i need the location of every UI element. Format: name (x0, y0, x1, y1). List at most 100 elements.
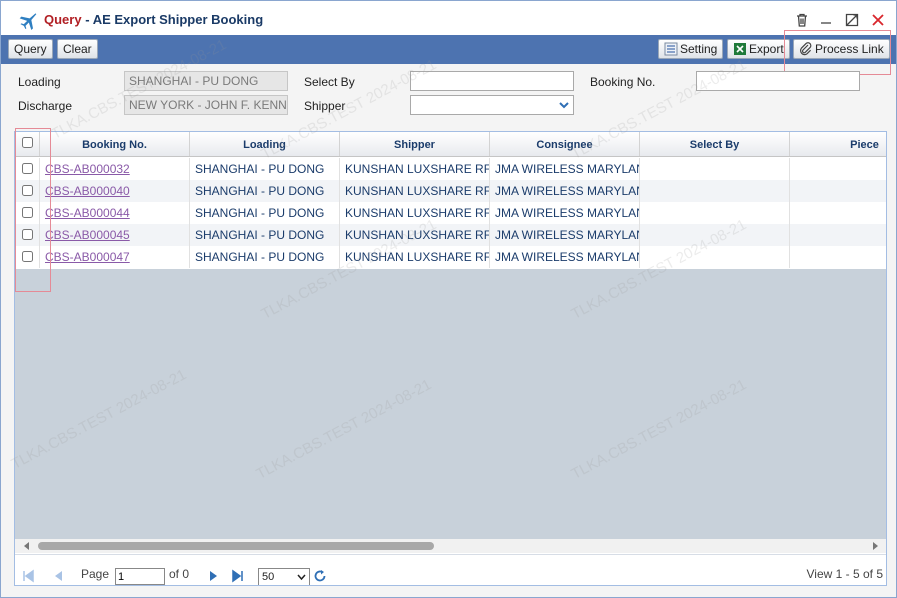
toolbar: Query Clear Setting Export Process Link (1, 35, 896, 64)
row-checkbox[interactable] (22, 251, 33, 262)
next-page-icon[interactable] (207, 569, 221, 583)
select-by-cell (640, 202, 790, 224)
trash-icon[interactable] (794, 12, 810, 28)
discharge-label: Discharge (18, 99, 73, 113)
first-page-icon[interactable] (21, 569, 35, 583)
process-link-button[interactable]: Process Link (793, 39, 890, 59)
select-by-input[interactable] (410, 71, 574, 91)
page-label: Page (81, 567, 110, 581)
piece-cell (790, 202, 886, 224)
discharge-field: NEW YORK - JOHN F. KENNEDY (124, 95, 288, 115)
page-of-label: of 0 (169, 567, 190, 581)
maximize-icon[interactable] (844, 12, 860, 28)
row-select-cell (15, 246, 40, 268)
setting-button[interactable]: Setting (658, 39, 724, 59)
loading-cell: SHANGHAI - PU DONG (190, 224, 340, 246)
shipper-cell: KUNSHAN LUXSHARE RF (340, 180, 490, 202)
booking-no-cell: CBS-AB000045 (40, 224, 190, 246)
header-consignee[interactable]: Consignee (490, 132, 640, 156)
booking-window: Query - AE Export Shipper Booking Query … (0, 0, 897, 598)
consignee-cell: JMA WIRELESS MARYLAND (490, 224, 640, 246)
row-checkbox[interactable] (22, 185, 33, 196)
row-checkbox[interactable] (22, 163, 33, 174)
last-page-icon[interactable] (231, 569, 245, 583)
booking-link[interactable]: CBS-AB000045 (45, 228, 130, 242)
title-separator: - (85, 12, 90, 27)
booking-no-label: Booking No. (590, 75, 656, 89)
loading-cell: SHANGHAI - PU DONG (190, 202, 340, 224)
row-checkbox[interactable] (22, 207, 33, 218)
header-select-all-cell (15, 132, 40, 156)
setting-label: Setting (680, 42, 718, 56)
shipper-select[interactable] (410, 95, 574, 115)
export-button[interactable]: Export (727, 39, 790, 59)
header-booking-no[interactable]: Booking No. (40, 132, 190, 156)
booking-link[interactable]: CBS-AB000044 (45, 206, 130, 220)
booking-no-input[interactable] (696, 71, 860, 91)
setting-icon (664, 42, 678, 56)
loading-cell: SHANGHAI - PU DONG (190, 246, 340, 268)
shipper-label: Shipper (304, 99, 346, 113)
window-title: Query - AE Export Shipper Booking (44, 12, 263, 27)
table-row[interactable]: CBS-AB000040 SHANGHAI - PU DONG KUNSHAN … (15, 180, 886, 202)
loading-cell: SHANGHAI - PU DONG (190, 158, 340, 180)
row-select-cell (15, 180, 40, 202)
row-select-cell (15, 224, 40, 246)
view-records-info: View 1 - 5 of 5 (806, 567, 884, 581)
shipper-cell: KUNSHAN LUXSHARE RF (340, 158, 490, 180)
title-bar: Query - AE Export Shipper Booking (1, 1, 896, 35)
consignee-cell: JMA WIRELESS MARYLAND (490, 158, 640, 180)
row-select-cell (15, 202, 40, 224)
loading-field: SHANGHAI - PU DONG (124, 71, 288, 91)
pager: Page of 0 50 View 1 - 5 of 5 (15, 554, 886, 585)
piece-cell (790, 180, 886, 202)
scrollbar-thumb[interactable] (38, 542, 434, 550)
booking-no-cell: CBS-AB000032 (40, 158, 190, 180)
booking-link[interactable]: CBS-AB000032 (45, 162, 130, 176)
horizontal-scrollbar[interactable] (15, 539, 886, 553)
close-icon[interactable] (870, 12, 886, 28)
select-by-cell (640, 246, 790, 268)
shipper-cell: KUNSHAN LUXSHARE RF (340, 224, 490, 246)
paperclip-icon (800, 42, 812, 56)
page-number-input[interactable] (115, 568, 165, 585)
title-prefix: Query (44, 12, 82, 27)
table-row[interactable]: CBS-AB000045 SHANGHAI - PU DONG KUNSHAN … (15, 224, 886, 246)
page-size-value: 50 (262, 571, 275, 583)
header-select-by[interactable]: Select By (640, 132, 790, 156)
select-by-cell (640, 224, 790, 246)
consignee-cell: JMA WIRELESS MARYLAND (490, 180, 640, 202)
loading-cell: SHANGHAI - PU DONG (190, 180, 340, 202)
excel-icon (734, 43, 746, 55)
table-row[interactable]: CBS-AB000032 SHANGHAI - PU DONG KUNSHAN … (15, 158, 886, 180)
booking-link[interactable]: CBS-AB000047 (45, 250, 130, 264)
prev-page-icon[interactable] (51, 569, 65, 583)
table-row[interactable]: CBS-AB000047 SHANGHAI - PU DONG KUNSHAN … (15, 246, 886, 268)
row-checkbox[interactable] (22, 229, 33, 240)
shipper-cell: KUNSHAN LUXSHARE RF (340, 246, 490, 268)
header-shipper[interactable]: Shipper (340, 132, 490, 156)
minimize-icon[interactable] (818, 12, 834, 28)
select-by-cell (640, 158, 790, 180)
select-by-cell (640, 180, 790, 202)
booking-no-cell: CBS-AB000047 (40, 246, 190, 268)
query-button[interactable]: Query (8, 39, 53, 59)
booking-link[interactable]: CBS-AB000040 (45, 184, 130, 198)
select-all-checkbox[interactable] (22, 137, 33, 148)
grid-empty-area (15, 269, 886, 539)
refresh-icon[interactable] (313, 569, 327, 583)
scroll-left-icon[interactable] (23, 542, 31, 550)
scroll-right-icon[interactable] (871, 542, 879, 550)
shipper-cell: KUNSHAN LUXSHARE RF (340, 202, 490, 224)
grid-header: Booking No. Loading Shipper Consignee Se… (15, 132, 886, 157)
chevron-down-icon (559, 102, 569, 109)
clear-button[interactable]: Clear (57, 39, 98, 59)
table-row[interactable]: CBS-AB000044 SHANGHAI - PU DONG KUNSHAN … (15, 202, 886, 224)
piece-cell (790, 224, 886, 246)
header-piece[interactable]: Piece (790, 132, 886, 156)
row-select-cell (15, 158, 40, 180)
booking-no-cell: CBS-AB000044 (40, 202, 190, 224)
page-size-select[interactable]: 50 (258, 568, 310, 585)
consignee-cell: JMA WIRELESS MARYLAND (490, 202, 640, 224)
header-loading[interactable]: Loading (190, 132, 340, 156)
